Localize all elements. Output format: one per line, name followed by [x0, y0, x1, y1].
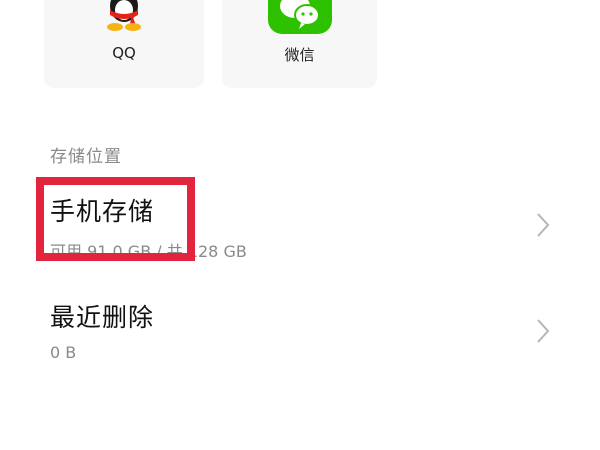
qq-penguin-icon — [92, 0, 156, 34]
phone-storage-row[interactable]: 手机存储 可用 91.0 GB / 共 128 GB — [0, 180, 600, 276]
storage-settings-screen: QQ 微信 存储位置 手机存储 可用 91.0 GB / 共 128 GB 最近… — [0, 0, 600, 450]
recently-deleted-size: 0 B — [50, 343, 77, 362]
phone-storage-title: 手机存储 — [50, 197, 155, 226]
chevron-right-icon — [532, 316, 554, 346]
storage-location-header: 存储位置 — [50, 147, 122, 167]
recently-deleted-title: 最近删除 — [50, 303, 155, 332]
app-label-wechat: 微信 — [284, 46, 315, 64]
app-tile-qq[interactable]: QQ — [44, 0, 204, 88]
app-label-qq: QQ — [112, 44, 136, 62]
app-tile-wechat[interactable]: 微信 — [222, 0, 377, 88]
wechat-icon — [267, 0, 332, 34]
recently-deleted-row[interactable]: 最近删除 0 B — [0, 286, 600, 382]
phone-storage-capacity: 可用 91.0 GB / 共 128 GB — [50, 242, 247, 261]
chevron-right-icon — [532, 210, 554, 240]
